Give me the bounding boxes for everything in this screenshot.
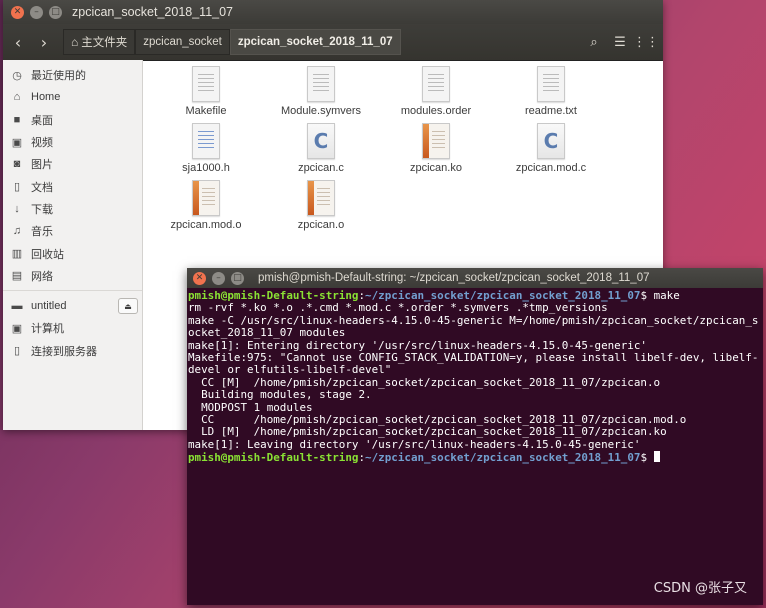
text-cursor (653, 451, 660, 463)
prompt-user: pmish@pmish-Default-string (188, 451, 359, 465)
prompt-path: ~/zpcican_socket/zpcican_socket_2018_11_… (365, 289, 641, 302)
terminal-title: pmish@pmish-Default-string: ~/zpcican_so… (258, 272, 650, 284)
output-line: CC /home/pmish/zpcican_socket/zpcican_so… (188, 413, 687, 427)
text-file-icon (307, 66, 335, 102)
sidebar-item-untitled[interactable]: ▬ untitled ⏏ (3, 295, 142, 317)
music-icon: ♫ (12, 225, 22, 238)
sidebar-item-network[interactable]: ▤ 网络 (3, 265, 142, 287)
document-icon: ▯ (13, 181, 21, 194)
download-icon: ↓ (14, 202, 20, 215)
list-view-icon[interactable]: ☰ (607, 29, 633, 55)
sidebar-item-documents[interactable]: ▯ 文档 (3, 175, 142, 197)
prompt-user: pmish@pmish-Default-string (188, 289, 359, 302)
search-icon[interactable]: ⌕ (581, 29, 607, 55)
object-file-icon (192, 180, 220, 216)
file-item[interactable]: modules.order (386, 66, 486, 117)
server-icon: ▯ (13, 345, 21, 358)
sidebar-item-trash[interactable]: ▥ 回收站 (3, 242, 142, 264)
file-item[interactable]: Module.symvers (271, 66, 371, 117)
breadcrumb-current[interactable]: zpcican_socket_2018_11_07 (229, 29, 401, 55)
output-line: LD [M] /home/pmish/zpcican_socket/zpcica… (188, 425, 667, 439)
output-line: Building modules, stage 2. (188, 388, 372, 402)
file-manager-titlebar[interactable]: ✕ – □ zpcican_socket_2018_11_07 (3, 0, 663, 24)
minimize-icon[interactable]: – (212, 271, 225, 285)
command-text: make (653, 289, 680, 302)
close-icon[interactable]: ✕ (11, 5, 24, 19)
output-line: make -C /usr/src/linux-headers-4.15.0-45… (188, 313, 759, 340)
object-file-icon (422, 123, 450, 159)
text-file-icon (422, 66, 450, 102)
breadcrumb-parent[interactable]: zpcican_socket (135, 29, 230, 55)
output-line: MODPOST 1 modules (188, 400, 313, 414)
file-item[interactable]: Makefile (156, 66, 256, 117)
eject-icon[interactable]: ⏏ (118, 298, 138, 315)
output-line: rm -rvf *.ko *.o .*.cmd *.mod.c *.order … (188, 301, 608, 315)
home-icon: ⌂ (13, 91, 21, 104)
header-file-icon (192, 123, 220, 159)
sidebar-item-home[interactable]: ⌂ Home (3, 86, 142, 108)
object-file-icon (307, 180, 335, 216)
file-item[interactable]: zpcican.ko (386, 123, 486, 174)
computer-icon: ▣ (11, 322, 23, 335)
file-item[interactable]: readme.txt (501, 66, 601, 117)
sidebar-divider (3, 289, 142, 291)
sidebar-item-downloads[interactable]: ↓ 下载 (3, 198, 142, 220)
forward-arrow-icon[interactable]: › (33, 29, 55, 55)
prompt-path: ~/zpcican_socket/zpcican_socket_2018_11_… (365, 451, 641, 465)
sidebar-item-recent[interactable]: ◷ 最近使用的 (3, 64, 142, 86)
close-icon[interactable]: ✕ (193, 271, 206, 285)
file-item[interactable]: sja1000.h (156, 123, 256, 174)
grid-view-icon[interactable]: ⋮⋮ (633, 29, 659, 55)
sidebar: ◷ 最近使用的 ⌂ Home ■ 桌面 ▣ 视频 ◙ 图片 ▯ 文档 ↓ 下载 ♫ 音乐 ▥ 回收… (3, 60, 143, 430)
file-item[interactable]: Czpcican.c (271, 123, 371, 174)
trash-icon: ▥ (11, 248, 23, 261)
terminal-titlebar[interactable]: ✕ – □ pmish@pmish-Default-string: ~/zpci… (187, 268, 763, 288)
minimize-icon[interactable]: – (30, 5, 43, 19)
file-item[interactable]: zpcican.mod.o (156, 180, 256, 231)
sidebar-item-videos[interactable]: ▣ 视频 (3, 131, 142, 153)
maximize-icon[interactable]: □ (49, 5, 62, 19)
drive-icon: ▬ (11, 300, 23, 313)
file-item[interactable]: Czpcican.mod.c (501, 123, 601, 174)
window-title: zpcican_socket_2018_11_07 (72, 5, 234, 19)
sidebar-item-music[interactable]: ♫ 音乐 (3, 220, 142, 242)
maximize-icon[interactable]: □ (231, 271, 244, 285)
sidebar-item-desktop[interactable]: ■ 桌面 (3, 109, 142, 131)
c-source-file-icon: C (537, 123, 565, 159)
clock-icon: ◷ (12, 69, 22, 82)
breadcrumb-home[interactable]: ⌂ 主文件夹 (63, 29, 136, 55)
output-line: make[1]: Leaving directory '/usr/src/lin… (188, 437, 641, 451)
file-item[interactable]: zpcican.o (271, 180, 371, 231)
terminal-window: ✕ – □ pmish@pmish-Default-string: ~/zpci… (187, 268, 763, 605)
c-source-file-icon: C (307, 123, 335, 159)
network-icon: ▤ (11, 270, 23, 283)
watermark: CSDN @张子又 (653, 581, 747, 596)
text-file-icon (192, 66, 220, 102)
output-line: Makefile:975: "Cannot use CONFIG_STACK_V… (188, 351, 759, 377)
sidebar-item-connect-server[interactable]: ▯ 连接到服务器 (3, 340, 142, 362)
camera-icon: ◙ (13, 158, 21, 171)
sidebar-item-pictures[interactable]: ◙ 图片 (3, 153, 142, 175)
output-line: make[1]: Entering directory '/usr/src/li… (188, 338, 647, 352)
sidebar-item-computer[interactable]: ▣ 计算机 (3, 317, 142, 339)
home-icon: ⌂ (71, 35, 79, 49)
toolbar: ‹ › ⌂ 主文件夹 zpcican_socket zpcican_socket_… (3, 24, 663, 61)
output-line: CC [M] /home/pmish/zpcican_socket/zpcica… (188, 375, 661, 389)
breadcrumb: ⌂ 主文件夹 zpcican_socket zpcican_socket_2018… (63, 29, 401, 55)
folder-icon: ■ (13, 113, 21, 126)
text-file-icon (537, 66, 565, 102)
terminal-output[interactable]: pmish@pmish-Default-string:~/zpcican_soc… (187, 288, 763, 467)
back-arrow-icon[interactable]: ‹ (7, 29, 29, 55)
video-icon: ▣ (11, 136, 23, 149)
